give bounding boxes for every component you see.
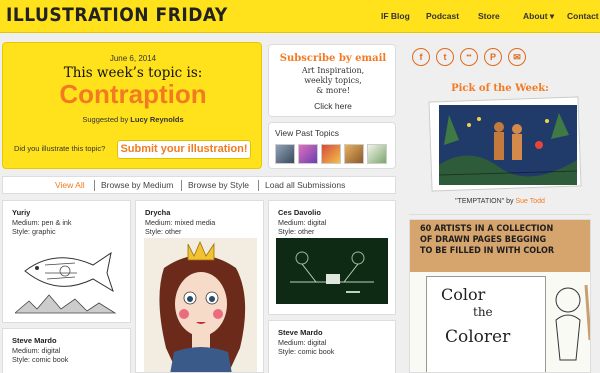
subscribe-title: Subscribe by email — [279, 53, 387, 64]
suggested-prefix: Suggested by — [82, 115, 131, 124]
browse-tabs: View All Browse by Medium Browse by Styl… — [2, 176, 396, 194]
subscribe-line-1: Art Inspiration, — [301, 66, 365, 75]
submission-style: Style: comic book — [278, 347, 335, 356]
submission-artist[interactable]: Steve Mardo — [278, 328, 323, 337]
submission-artist[interactable]: Yuriy — [12, 208, 30, 217]
submission-card[interactable]: Steve Mardo Medium: digital Style: comic… — [2, 328, 131, 373]
nav-store[interactable]: Store — [478, 11, 500, 21]
past-topics-panel: View Past Topics — [268, 122, 396, 169]
divider — [409, 214, 591, 215]
pick-of-week-image[interactable] — [439, 105, 577, 185]
submission-artist[interactable]: Ces Davolio — [278, 208, 321, 217]
past-topic-thumb[interactable] — [298, 144, 318, 164]
site-logo[interactable]: ILLUSTRATION FRIDAY — [6, 4, 228, 26]
topic-word: Contraption — [59, 79, 207, 109]
tab-browse-by-medium[interactable]: Browse by Medium — [101, 180, 173, 190]
submission-thumbnail[interactable] — [276, 238, 388, 304]
past-topic-thumb[interactable] — [275, 144, 295, 164]
tab-view-all[interactable]: View All — [55, 180, 85, 190]
pick-author-link[interactable]: Sue Todd — [515, 198, 544, 205]
ad-book-cover: Color the Colorer — [426, 276, 546, 372]
submission-medium: Medium: mixed media — [145, 218, 216, 227]
submission-card[interactable]: Drycha Medium: mixed media Style: other — [135, 200, 264, 373]
nav-if-blog[interactable]: IF Blog — [381, 11, 410, 21]
topic-date: June 6, 2014 — [109, 54, 157, 63]
suggested-author-link[interactable]: Lucy Reynolds — [130, 115, 183, 124]
submission-card[interactable]: Steve Mardo Medium: digital Style: comic… — [268, 320, 396, 373]
tab-divider — [258, 180, 259, 191]
submission-card[interactable]: Yuriy Medium: pen & ink Style: graphic — [2, 200, 131, 323]
pinterest-icon[interactable]: P — [484, 48, 502, 66]
tab-divider — [181, 180, 182, 191]
book-ad[interactable]: 60 ARTISTS IN A COLLECTION OF DRAWN PAGE… — [409, 219, 591, 373]
weekly-topic-panel: June 6, 2014 This week’s topic is: Contr… — [2, 42, 262, 169]
past-topic-thumb[interactable] — [321, 144, 341, 164]
tab-load-all-submissions[interactable]: Load all Submissions — [265, 180, 345, 190]
topic-question: Did you illustrate this topic? — [14, 144, 106, 153]
ad-banner: 60 ARTISTS IN A COLLECTION OF DRAWN PAGE… — [410, 220, 590, 272]
past-topics-title[interactable]: View Past Topics — [275, 128, 339, 138]
cover-text-3: Colorer — [445, 327, 511, 347]
subscribe-line-2: weekly topics, — [304, 76, 362, 85]
facebook-icon[interactable]: f — [412, 48, 430, 66]
submission-artist[interactable]: Drycha — [145, 208, 170, 217]
nav-contact[interactable]: Contact — [567, 11, 599, 21]
subscribe-panel[interactable]: Subscribe by email Art Inspiration, week… — [268, 44, 396, 117]
submission-artist[interactable]: Steve Mardo — [12, 336, 57, 345]
ad-doodle — [555, 284, 590, 361]
submit-illustration-button[interactable]: Submit your illustration! — [117, 140, 251, 159]
cover-text-1: Color — [441, 285, 486, 304]
nav-podcast[interactable]: Podcast — [426, 11, 459, 21]
cover-text-2: the — [473, 305, 493, 319]
ad-line-2: OF DRAWN PAGES BEGGING — [420, 235, 547, 245]
past-topic-thumb[interactable] — [344, 144, 364, 164]
submission-thumbnail[interactable] — [144, 238, 257, 373]
email-icon[interactable]: ✉ — [508, 48, 526, 66]
flickr-icon[interactable]: •• — [460, 48, 478, 66]
tab-divider — [94, 180, 95, 191]
past-topic-thumb[interactable] — [367, 144, 387, 164]
tab-browse-by-style[interactable]: Browse by Style — [188, 180, 249, 190]
site-header: ILLUSTRATION FRIDAY IF Blog Podcast Stor… — [0, 0, 600, 33]
submission-thumbnail[interactable] — [15, 243, 120, 318]
ad-headline: 60 ARTISTS IN A COLLECTION OF DRAWN PAGE… — [420, 224, 585, 257]
submission-medium: Medium: pen & ink — [12, 218, 72, 227]
submission-medium: Medium: digital — [12, 346, 61, 355]
submission-medium: Medium: digital — [278, 338, 327, 347]
submission-style: Style: comic book — [12, 355, 69, 364]
subscribe-click-here[interactable]: Click here — [269, 101, 397, 111]
subscribe-line-3: & more! — [316, 86, 350, 95]
pick-of-week-title: Pick of the Week: — [451, 83, 549, 94]
submission-card[interactable]: Ces Davolio Medium: digital Style: other — [268, 200, 396, 315]
ad-line-3: TO BE FILLED IN WITH COLOR — [420, 246, 555, 256]
twitter-icon[interactable]: t — [436, 48, 454, 66]
submission-medium: Medium: digital — [278, 218, 327, 227]
ad-line-1: 60 ARTISTS IN A COLLECTION — [420, 224, 554, 234]
topic-suggested-by: Suggested by Lucy Reynolds — [3, 115, 263, 124]
submission-style: Style: other — [278, 227, 315, 236]
submission-style: Style: other — [145, 227, 182, 236]
pick-caption: "TEMPTATION" by Sue Todd — [409, 198, 591, 205]
nav-about[interactable]: About ▾ — [523, 11, 554, 22]
submission-style: Style: graphic — [12, 227, 56, 236]
pick-caption-text: "TEMPTATION" by — [455, 198, 516, 205]
